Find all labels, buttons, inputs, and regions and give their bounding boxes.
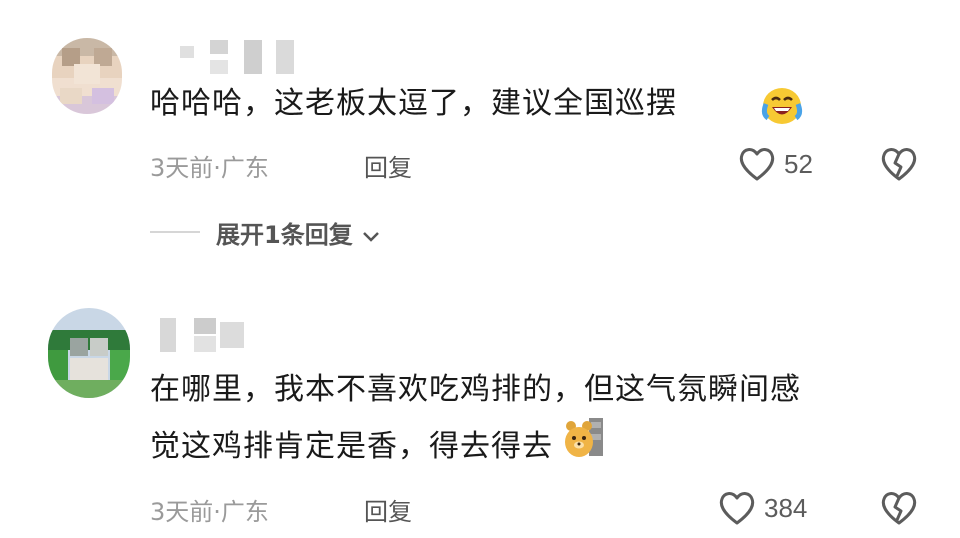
bear-peeking-icon bbox=[563, 416, 607, 477]
expand-replies-label: 展开1条回复 bbox=[216, 221, 353, 249]
reply-button[interactable]: 回复 bbox=[364, 492, 412, 527]
comment-text: 哈哈哈，这老板太逗了，建议全国巡摆 bbox=[150, 86, 677, 121]
username[interactable] bbox=[180, 40, 300, 76]
broken-heart-icon[interactable] bbox=[880, 490, 918, 526]
broken-heart-icon[interactable] bbox=[880, 146, 918, 182]
like-count: 384 bbox=[764, 493, 808, 523]
expand-replies-button[interactable]: 展开1条回复 bbox=[216, 215, 381, 250]
heart-icon[interactable] bbox=[738, 146, 776, 182]
like-count: 52 bbox=[784, 149, 813, 179]
username[interactable] bbox=[160, 318, 250, 354]
divider bbox=[150, 231, 200, 233]
comment-time-location: 3天前·广东 bbox=[150, 498, 269, 526]
comment-text: 在哪里，我本不喜欢吃鸡排的，但这气氛瞬间感 觉这鸡排肯定是香，得去得去 bbox=[150, 364, 801, 477]
heart-icon[interactable] bbox=[718, 490, 756, 526]
avatar[interactable] bbox=[48, 308, 130, 398]
comment-time-location: 3天前·广东 bbox=[150, 154, 269, 182]
reply-button[interactable]: 回复 bbox=[364, 148, 412, 183]
avatar[interactable] bbox=[52, 38, 122, 114]
chevron-down-icon bbox=[361, 222, 381, 250]
laughing-crying-face-icon bbox=[760, 84, 804, 126]
